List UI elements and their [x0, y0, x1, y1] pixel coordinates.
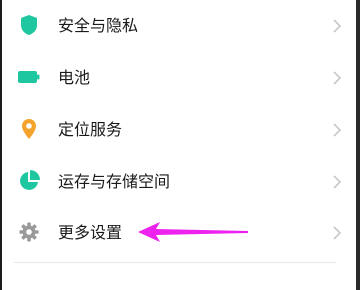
settings-screen: 安全与隐私 电池 定位服务 运存与存储空间 更多设置 — [0, 0, 360, 290]
settings-item-battery[interactable]: 电池 — [2, 52, 356, 104]
screen-edge-right — [356, 0, 360, 290]
chevron-right-icon — [333, 19, 342, 33]
settings-item-security-privacy[interactable]: 安全与隐私 — [2, 0, 356, 52]
shield-icon — [18, 14, 40, 36]
settings-item-label: 运存与存储空间 — [58, 172, 171, 191]
settings-item-location-services[interactable]: 定位服务 — [2, 104, 356, 156]
settings-item-ram-storage[interactable]: 运存与存储空间 — [2, 156, 356, 208]
pie-chart-icon — [18, 170, 40, 192]
chevron-right-icon — [333, 175, 342, 189]
chevron-right-icon — [333, 71, 342, 85]
settings-item-label: 安全与隐私 — [58, 16, 139, 35]
chevron-right-icon — [333, 226, 342, 240]
settings-item-label: 电池 — [58, 68, 91, 87]
annotation-arrow-icon — [138, 222, 248, 242]
settings-item-label: 更多设置 — [58, 223, 123, 242]
location-pin-icon — [18, 118, 40, 140]
gear-icon — [18, 221, 40, 243]
settings-item-label: 定位服务 — [58, 120, 123, 139]
chevron-right-icon — [333, 123, 342, 137]
list-divider — [14, 262, 336, 263]
battery-icon — [18, 66, 40, 88]
